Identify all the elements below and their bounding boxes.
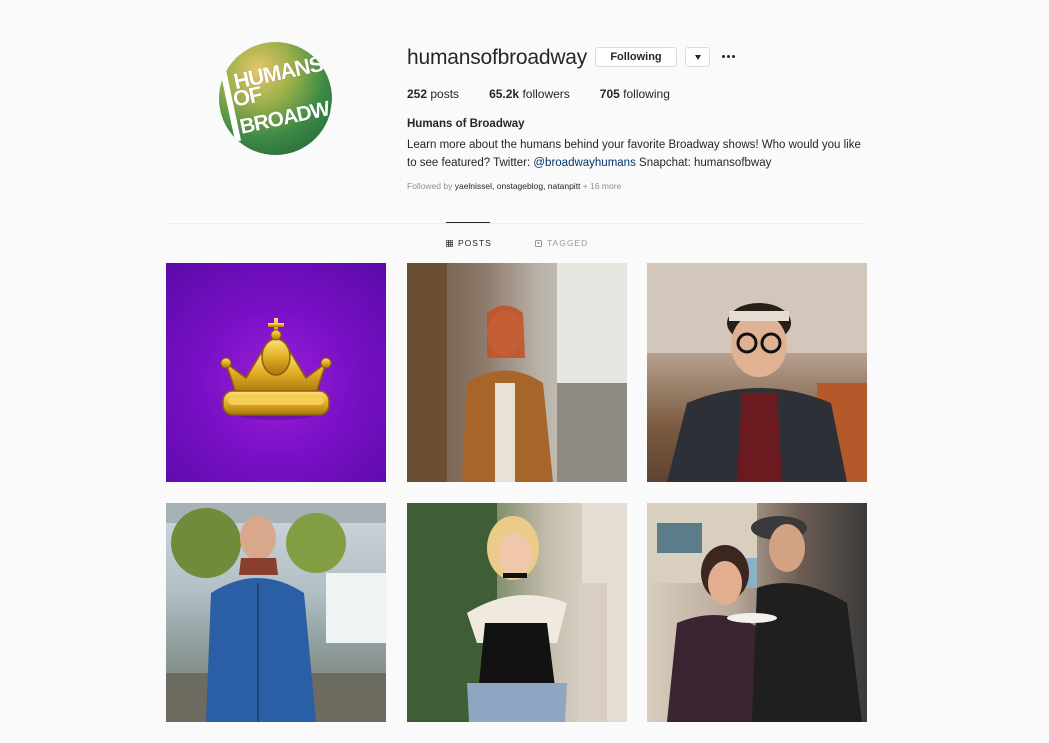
bio-full-name: Humans of Broadway	[407, 118, 525, 130]
post-tile-3[interactable]	[647, 263, 867, 482]
profile-username: humansofbroadway	[407, 46, 588, 69]
man-blue-jacket-photo	[166, 503, 386, 722]
tab-posts-label: POSTS	[458, 238, 492, 248]
stat-following-value: 705	[599, 87, 620, 101]
followed-by[interactable]: Followed by yaelnissel, onstageblog, nat…	[407, 181, 621, 191]
profile-stats: 252 posts 65.2k followers 705 following	[407, 87, 700, 101]
stat-followers-value: 65.2k	[489, 87, 520, 101]
couple-pizza-photo	[647, 503, 862, 722]
bio-text-part-2: Snapchat: humansofbway	[635, 157, 772, 169]
woman-coat-photo	[407, 263, 627, 482]
logo-word-2: OF	[230, 81, 264, 112]
tag-icon	[535, 239, 542, 247]
stat-following-label: following	[623, 87, 670, 101]
ellipsis-dot	[726, 54, 730, 58]
ellipsis-icon	[721, 54, 725, 58]
post-tile-1[interactable]	[166, 263, 386, 482]
man-headband-photo	[647, 263, 867, 482]
woman-pillar-photo	[407, 503, 627, 722]
avatar-logo: HUMANS OF BROADWAY	[219, 42, 332, 155]
more-options-button[interactable]	[720, 48, 736, 64]
stat-posts: 252 posts	[407, 87, 459, 101]
stat-following[interactable]: 705 following	[600, 87, 670, 101]
post-tile-6[interactable]	[647, 503, 867, 722]
following-button[interactable]: Following	[595, 47, 677, 67]
suggestions-dropdown-button[interactable]	[685, 47, 710, 67]
stat-posts-value: 252	[407, 87, 428, 101]
followed-by-more: + 16 more	[580, 181, 622, 191]
tab-posts[interactable]: POSTS	[446, 238, 492, 248]
followed-by-prefix: Followed by	[407, 181, 455, 191]
stat-followers-label: followers	[522, 87, 570, 101]
bio-text: Learn more about the humans behind your …	[407, 136, 867, 172]
tab-tagged-label: TAGGED	[547, 238, 589, 248]
stat-posts-label: posts	[430, 87, 460, 101]
twitter-link[interactable]: @broadwayhumans	[533, 157, 635, 169]
followed-by-names[interactable]: yaelnissel, onstageblog, natanpitt	[455, 181, 581, 191]
ellipsis-dot	[731, 54, 735, 58]
post-tile-5[interactable]	[407, 503, 627, 722]
post-tile-4[interactable]	[166, 503, 386, 722]
profile-avatar[interactable]: HUMANS OF BROADWAY	[219, 42, 332, 155]
active-tab-indicator	[446, 222, 490, 223]
tabs-divider	[166, 223, 867, 224]
grid-icon	[446, 239, 453, 247]
crown-image	[220, 318, 332, 420]
post-tile-2[interactable]	[407, 263, 627, 482]
tab-tagged[interactable]: TAGGED	[535, 238, 588, 248]
caret-down-icon	[694, 54, 701, 60]
stat-followers[interactable]: 65.2k followers	[489, 87, 570, 101]
